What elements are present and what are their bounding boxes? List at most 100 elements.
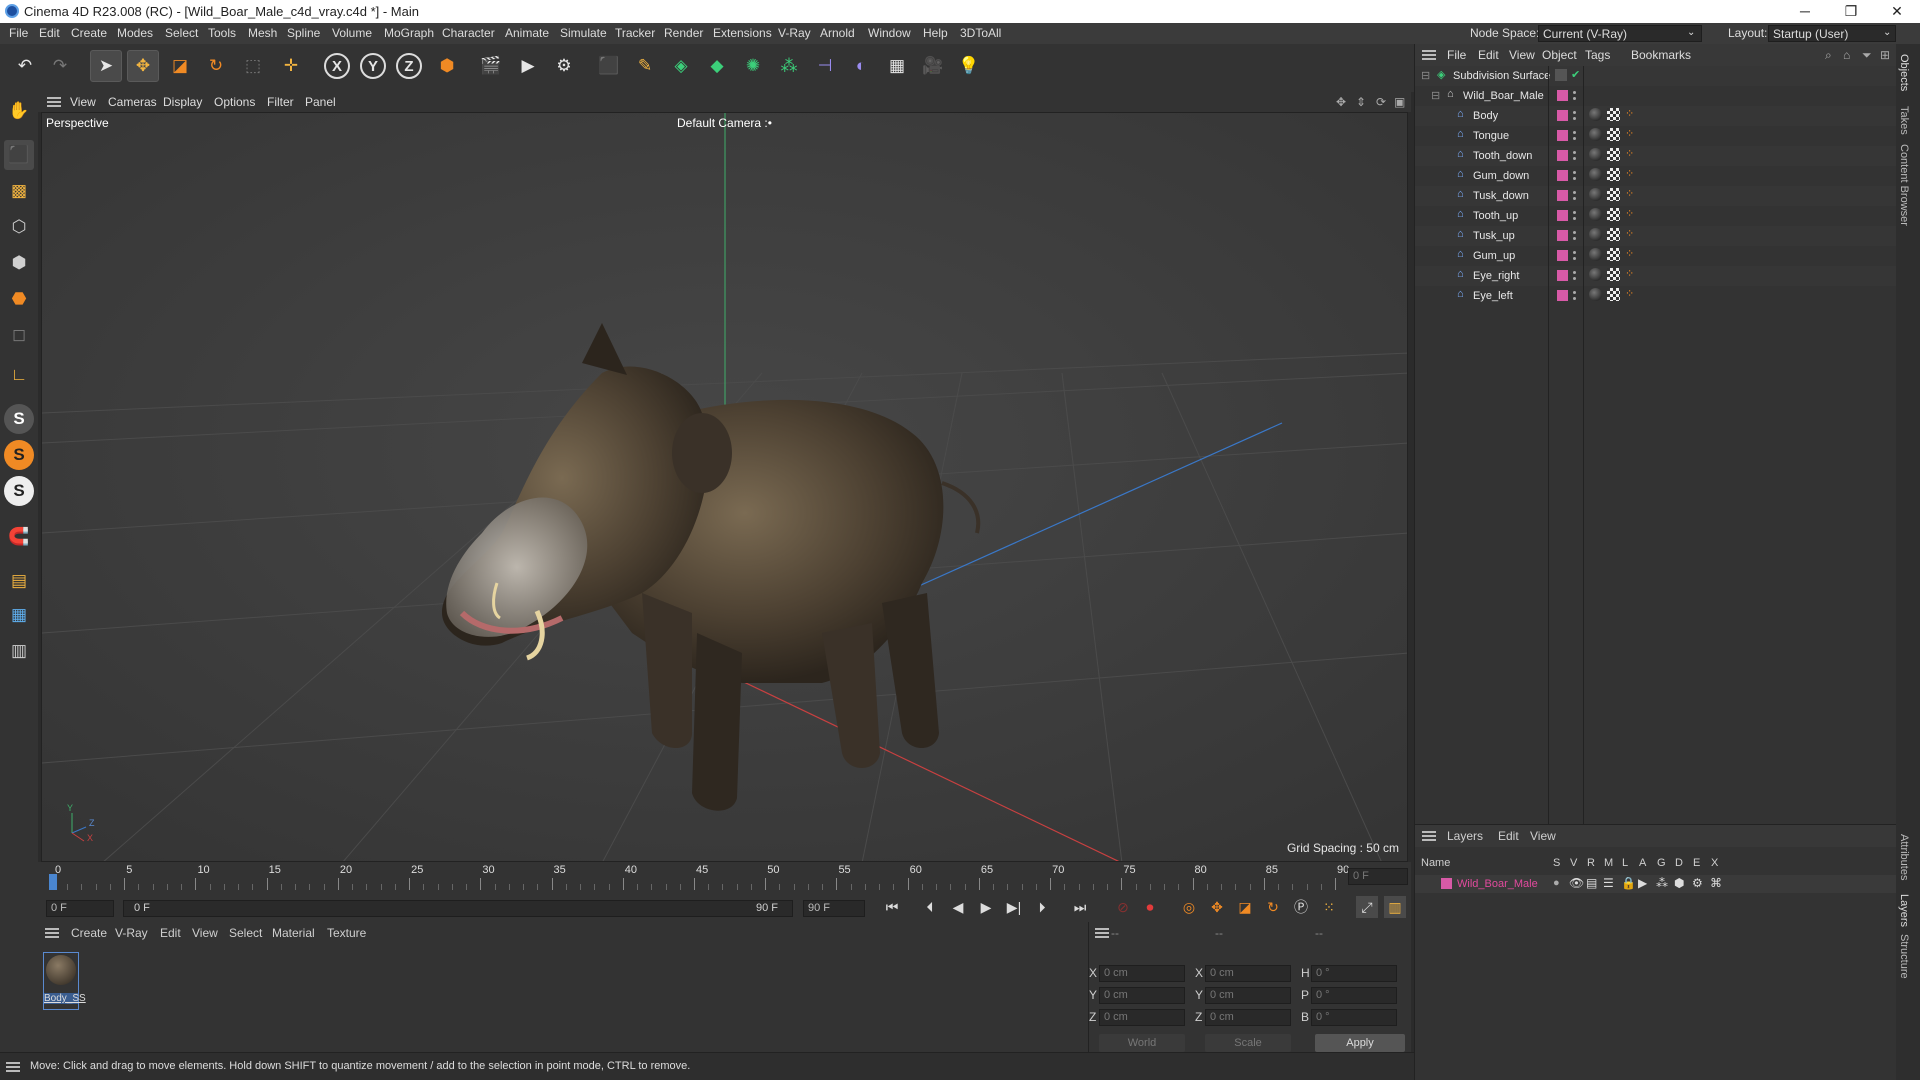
tree-row-object[interactable]: ⌂ Tusk_up ⁘ xyxy=(1415,226,1897,246)
key-selection-icon[interactable]: ◎ xyxy=(1178,896,1200,918)
menu-spline[interactable]: Spline xyxy=(287,26,320,40)
render-view-icon[interactable]: 🎬 xyxy=(475,50,507,82)
layer-color-box[interactable] xyxy=(1557,170,1568,181)
y-axis-lock-icon[interactable]: Y xyxy=(360,53,386,79)
visibility-dot[interactable] xyxy=(1573,191,1576,194)
menu-window[interactable]: Window xyxy=(868,26,911,40)
key-rotation-icon[interactable]: ↻ xyxy=(1262,896,1284,918)
viewport-menu-view[interactable]: View xyxy=(70,95,96,109)
collapse-icon[interactable]: ⊟ xyxy=(1421,69,1430,82)
layer-color-box[interactable] xyxy=(1557,290,1568,301)
mat-menu-create[interactable]: Create xyxy=(71,926,107,940)
uvw-tag-icon[interactable] xyxy=(1607,108,1620,121)
uvw-tag-icon[interactable] xyxy=(1607,188,1620,201)
tab-structure[interactable]: Structure xyxy=(1898,934,1910,979)
move-icon[interactable]: ✥ xyxy=(127,50,159,82)
z-axis-lock-icon[interactable]: Z xyxy=(396,53,422,79)
layer-name[interactable]: Wild_Boar_Male xyxy=(1457,878,1538,890)
obj-menu-object[interactable]: Object xyxy=(1542,48,1577,62)
layer-menu-edit[interactable]: Edit xyxy=(1498,829,1519,843)
zoom-view-icon[interactable]: ⇕ xyxy=(1356,95,1366,109)
key-parameter-icon[interactable]: Ⓟ xyxy=(1290,896,1312,918)
snap-icon[interactable]: S xyxy=(4,404,34,434)
visibility-dot[interactable] xyxy=(1573,237,1576,240)
record-keys-icon[interactable]: ⊘ xyxy=(1112,896,1134,918)
tree-row-object[interactable]: ⌂ Tusk_down ⁘ xyxy=(1415,186,1897,206)
maximize-button[interactable]: ❐ xyxy=(1828,0,1874,23)
material-tag-icon[interactable] xyxy=(1589,148,1602,161)
end-frame-field[interactable]: 90 F xyxy=(803,900,865,917)
key-scale-icon[interactable]: ◪ xyxy=(1234,896,1256,918)
workplane-icon[interactable]: ▤ xyxy=(4,566,34,596)
rot-b-field[interactable]: 0 ° xyxy=(1311,1009,1397,1026)
visibility-dot[interactable] xyxy=(1573,131,1576,134)
vray-tag-icon[interactable]: ⁘ xyxy=(1625,187,1634,200)
close-button[interactable]: ✕ xyxy=(1874,0,1920,23)
tab-content-browser[interactable]: Content Browser xyxy=(1898,144,1910,226)
render-settings-icon[interactable]: ⚙ xyxy=(548,50,580,82)
vray-tag-icon[interactable]: ⁘ xyxy=(1625,247,1634,260)
animation-icon[interactable]: ▶ xyxy=(1638,876,1647,890)
layer-color-box[interactable] xyxy=(1557,190,1568,201)
visibility-dot[interactable] xyxy=(1573,171,1576,174)
vray-tag-icon[interactable]: ⁘ xyxy=(1625,147,1634,160)
coordinate-system-icon[interactable]: ⬢ xyxy=(431,50,463,82)
mograph-icon[interactable]: ⁂ xyxy=(773,50,805,82)
hamburger-icon[interactable] xyxy=(45,928,59,938)
tree-row-object[interactable]: ⌂ Tongue ⁘ xyxy=(1415,126,1897,146)
camera-label[interactable]: Default Camera :• xyxy=(677,116,772,130)
tree-row-object[interactable]: ⌂ Gum_up ⁘ xyxy=(1415,246,1897,266)
redo-icon[interactable]: ↷ xyxy=(44,50,76,82)
visibility-dot[interactable] xyxy=(1573,251,1576,254)
scale-dropdown[interactable]: Scale xyxy=(1205,1034,1291,1052)
select-arrow-icon[interactable]: ➤ xyxy=(90,50,122,82)
tree-row-object[interactable]: ⌂ Tooth_up ⁘ xyxy=(1415,206,1897,226)
play-icon[interactable]: ▶ xyxy=(975,896,997,918)
material-swatch[interactable]: Body_SS xyxy=(43,952,86,1010)
menu-extensions[interactable]: Extensions xyxy=(713,26,772,40)
apply-button[interactable]: Apply xyxy=(1315,1034,1405,1052)
mat-menu-view[interactable]: View xyxy=(192,926,218,940)
start-frame-field[interactable]: 0 F xyxy=(46,900,114,917)
motion-system-icon[interactable]: ⤢ xyxy=(1356,896,1378,918)
menu-help[interactable]: Help xyxy=(923,26,948,40)
points-mode-icon[interactable]: ⬡ xyxy=(4,212,34,242)
generators-icon[interactable]: ⁂ xyxy=(1656,876,1668,890)
xref-icon[interactable]: ⌘ xyxy=(1710,876,1722,890)
timeline-icon[interactable]: ▥ xyxy=(1384,896,1406,918)
rotate-view-icon[interactable]: ⟳ xyxy=(1376,95,1386,109)
hamburger-icon[interactable] xyxy=(6,1062,20,1072)
undo-icon[interactable]: ↶ xyxy=(9,50,41,82)
next-key-icon[interactable]: ⏵ xyxy=(1031,896,1053,918)
menu-edit[interactable]: Edit xyxy=(39,26,60,40)
layer-color-box[interactable] xyxy=(1557,150,1568,161)
extrude-icon[interactable]: ◆ xyxy=(701,50,733,82)
uvw-tag-icon[interactable] xyxy=(1607,168,1620,181)
workplane-snap-icon[interactable]: S xyxy=(4,476,34,506)
hamburger-icon[interactable] xyxy=(1095,928,1109,938)
vray-tag-icon[interactable]: ⁘ xyxy=(1625,127,1634,140)
visibility-dot[interactable] xyxy=(1573,157,1576,160)
solo-icon[interactable]: ● xyxy=(1553,877,1560,889)
minimize-button[interactable]: ─ xyxy=(1782,0,1828,23)
current-frame-field[interactable]: 0 F xyxy=(1348,868,1408,885)
visibility-dot[interactable] xyxy=(1573,137,1576,140)
edges-mode-icon[interactable]: ⬢ xyxy=(4,248,34,278)
model-mode-icon[interactable]: ⬛ xyxy=(4,140,34,170)
pos-z-field[interactable]: 0 cm xyxy=(1099,1009,1185,1026)
pen-spline-icon[interactable]: ✎ xyxy=(629,50,661,82)
hamburger-icon[interactable] xyxy=(1422,50,1436,60)
new-window-icon[interactable]: ⊞ xyxy=(1880,48,1890,62)
render-icon[interactable]: ▤ xyxy=(1586,876,1597,890)
material-tag-icon[interactable] xyxy=(1589,268,1602,281)
lock-workplane-icon[interactable]: ▥ xyxy=(4,636,34,666)
size-z-field[interactable]: 0 cm xyxy=(1205,1009,1291,1026)
next-frame-icon[interactable]: ▶| xyxy=(1003,896,1025,918)
toggle-view-icon[interactable]: ▣ xyxy=(1394,95,1405,109)
grid-icon[interactable]: ▦ xyxy=(4,600,34,630)
visibility-dot[interactable] xyxy=(1573,231,1576,234)
cloner-icon[interactable]: ✺ xyxy=(737,50,769,82)
mat-menu-vray[interactable]: V-Ray xyxy=(115,926,148,940)
visibility-dot[interactable] xyxy=(1573,111,1576,114)
uvw-tag-icon[interactable] xyxy=(1607,288,1620,301)
